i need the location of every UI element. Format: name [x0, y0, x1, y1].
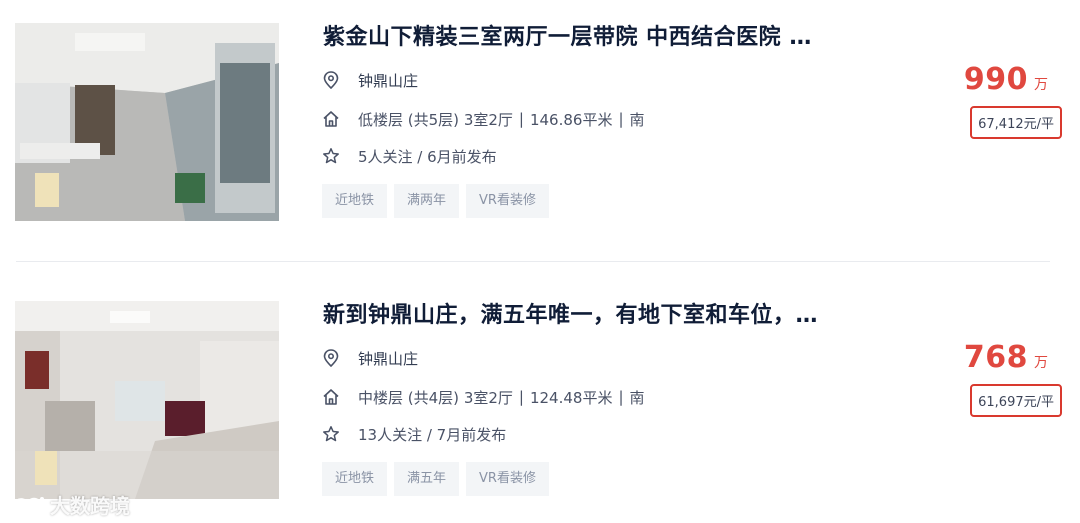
tag: VR看装修 — [466, 462, 549, 496]
follow-row: 5人关注 / 6月前发布 — [322, 145, 497, 167]
watermark: 大数跨境 — [8, 490, 130, 519]
unit-price: 61,697元/平 — [970, 384, 1062, 417]
floor-text: 低楼层 (共5层) — [358, 110, 460, 129]
area-text: 124.48平米 — [529, 388, 613, 407]
house-info-row: 中楼层 (共4层) 3室2厅 | 124.48平米 | 南 — [322, 386, 645, 408]
location-row: 钟鼎山庄 — [322, 347, 418, 369]
separator: | — [618, 388, 624, 406]
watermark-text: 大数跨境 — [50, 494, 130, 518]
price-unit: 万 — [1034, 77, 1048, 93]
tag: 近地铁 — [322, 184, 388, 218]
follow-text: 5人关注 / 6月前发布 — [358, 147, 497, 166]
separator: | — [518, 110, 524, 128]
community-link[interactable]: 钟鼎山庄 — [358, 348, 418, 369]
tag: 满五年 — [394, 462, 460, 496]
floor-text: 中楼层 (共4层) — [358, 388, 460, 407]
layout-text: 3室2厅 — [463, 388, 513, 407]
follow-row: 13人关注 / 7月前发布 — [322, 423, 506, 445]
community-link[interactable]: 钟鼎山庄 — [358, 70, 418, 91]
layout-text: 3室2厅 — [463, 110, 513, 129]
tag: 满两年 — [394, 184, 460, 218]
separator: | — [518, 388, 524, 406]
star-icon — [322, 425, 340, 443]
listing-title[interactable]: 新到钟鼎山庄，满五年唯一，有地下室和车位，… — [323, 297, 883, 329]
total-price: 768 万 — [964, 340, 1048, 375]
star-icon — [322, 147, 340, 165]
tag: VR看装修 — [466, 184, 549, 218]
location-pin-icon — [322, 349, 340, 367]
total-price: 990 万 — [964, 62, 1048, 97]
listing-photo[interactable] — [15, 301, 279, 499]
house-icon — [322, 110, 340, 128]
brand-logo-icon — [8, 493, 46, 517]
tag-list: 近地铁 满两年 VR看装修 — [322, 184, 549, 218]
location-pin-icon — [322, 71, 340, 89]
tag-list: 近地铁 满五年 VR看装修 — [322, 462, 549, 496]
unit-price: 67,412元/平 — [970, 106, 1062, 139]
price-unit: 万 — [1034, 355, 1048, 371]
listing-photo[interactable] — [15, 23, 279, 221]
listing-card[interactable]: 紫金山下精装三室两厅一层带院 中西结合医院 … 钟鼎山庄 低楼层 (共5层) 3… — [0, 0, 1080, 240]
house-icon — [322, 388, 340, 406]
divider — [16, 261, 1050, 262]
separator: | — [618, 110, 624, 128]
orientation-text: 南 — [629, 110, 645, 129]
location-row: 钟鼎山庄 — [322, 69, 418, 91]
tag: 近地铁 — [322, 462, 388, 496]
follow-text: 13人关注 / 7月前发布 — [358, 425, 507, 444]
area-text: 146.86平米 — [529, 110, 613, 129]
house-info-row: 低楼层 (共5层) 3室2厅 | 146.86平米 | 南 — [322, 108, 645, 130]
listing-card[interactable]: 新到钟鼎山庄，满五年唯一，有地下室和车位，… 钟鼎山庄 中楼层 (共4层) 3室… — [0, 278, 1080, 518]
price-value: 768 — [963, 340, 1028, 375]
price-value: 990 — [963, 62, 1028, 97]
orientation-text: 南 — [629, 388, 645, 407]
listing-title[interactable]: 紫金山下精装三室两厅一层带院 中西结合医院 … — [323, 19, 883, 51]
